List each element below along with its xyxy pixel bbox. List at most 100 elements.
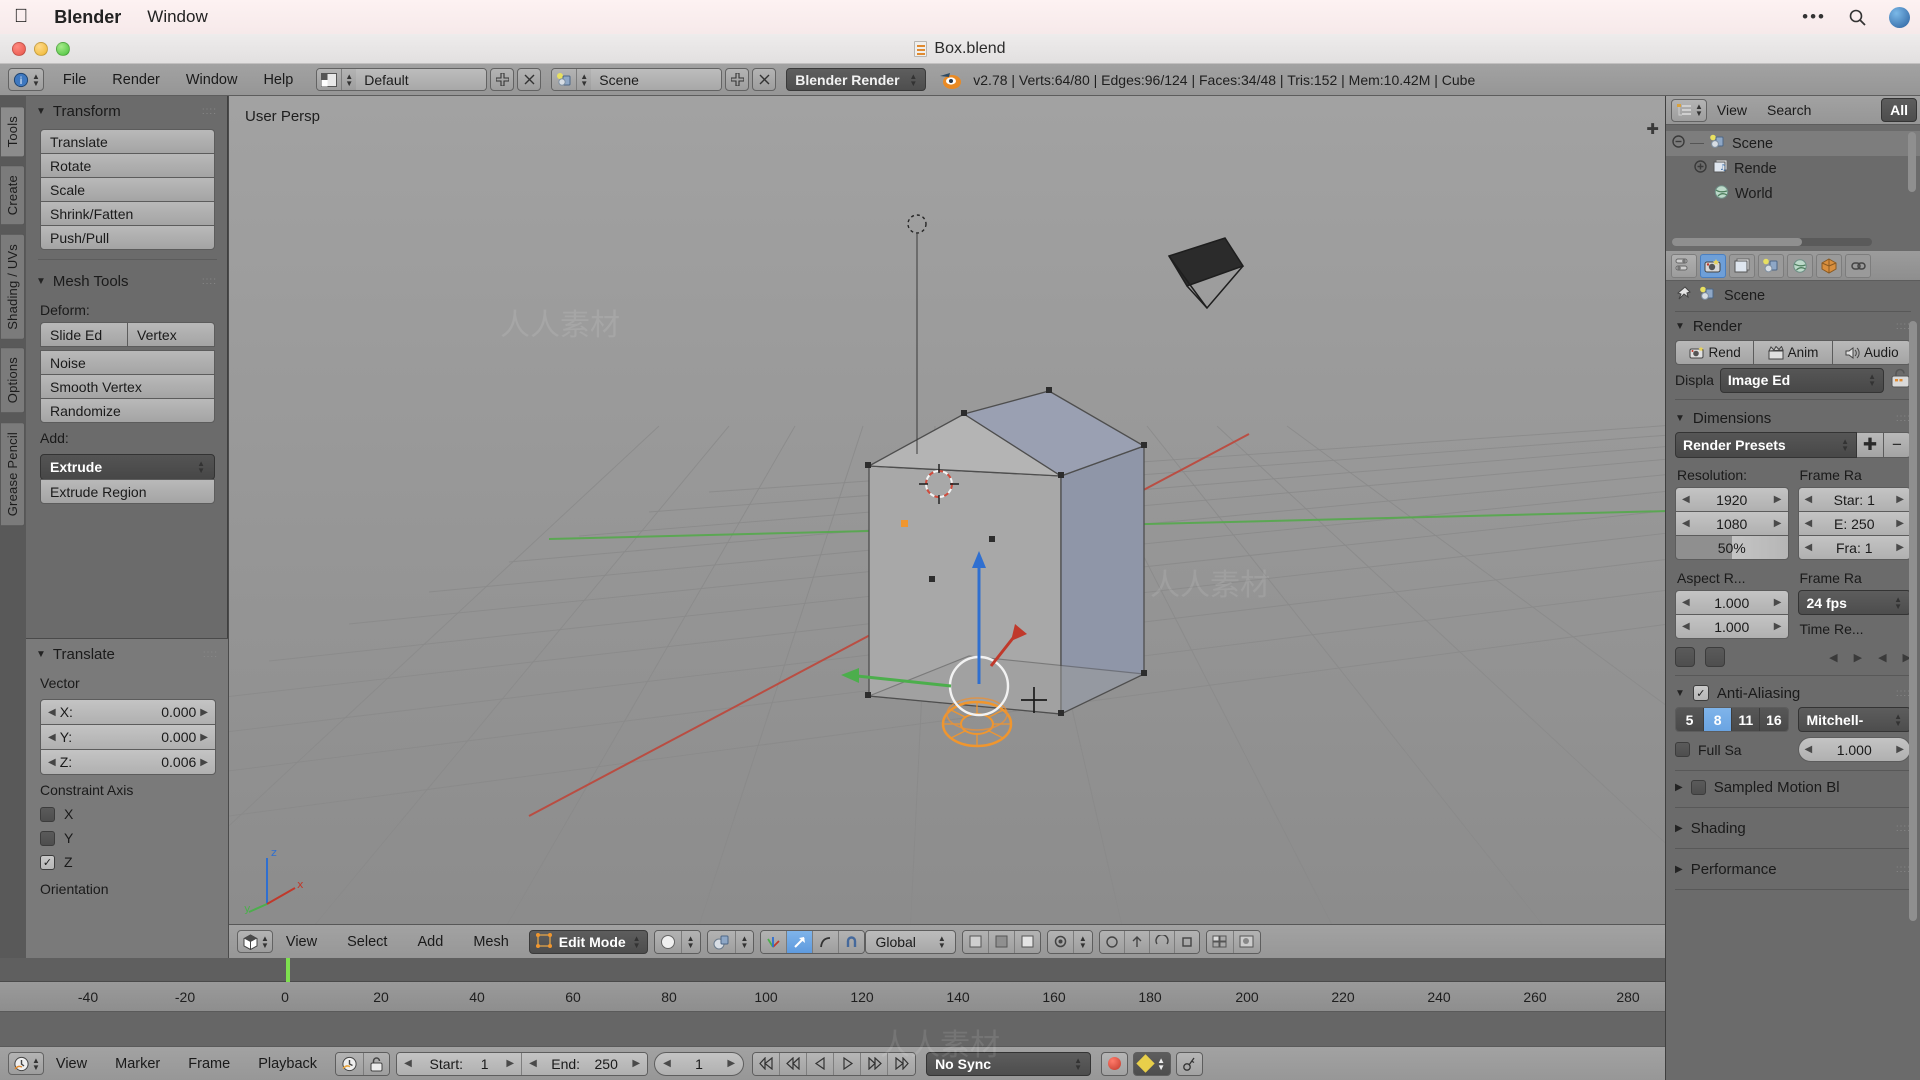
frame-step-field[interactable]: ◀ Fra: 1 ▶: [1797, 535, 1911, 560]
viewport-expand-icon[interactable]: ✚: [1646, 120, 1659, 138]
screen-layout-name[interactable]: Default: [356, 69, 487, 90]
tool-extrude-region-button[interactable]: Extrude Region: [40, 479, 215, 504]
time-remap-old-field[interactable]: [1675, 647, 1695, 667]
panel-header-sampled-motion-blur[interactable]: ▶ Sampled Motion Bl: [1675, 773, 1911, 801]
auto-keyframe-icon[interactable]: [336, 1052, 365, 1075]
decrement-arrow-icon[interactable]: ◀: [529, 1058, 537, 1069]
aa-sample-8[interactable]: 8: [1704, 708, 1733, 731]
decrement-arrow-icon[interactable]: ◀: [404, 1058, 412, 1069]
render-preview-icon[interactable]: [1233, 930, 1260, 953]
add-scene-button[interactable]: [725, 68, 750, 91]
tool-translate-button[interactable]: Translate: [40, 129, 215, 154]
outliner-menu-view[interactable]: View: [1707, 102, 1757, 118]
increment-arrow-icon[interactable]: ▶: [200, 757, 208, 768]
aa-sample-16[interactable]: 16: [1760, 708, 1788, 731]
menu-help[interactable]: Help: [250, 72, 306, 88]
resolution-x-field[interactable]: ◀ 1920 ▶: [1675, 487, 1789, 512]
resolution-y-field[interactable]: ◀ 1080 ▶: [1675, 511, 1789, 536]
zoom-button[interactable]: [56, 41, 70, 56]
panel-header-shading[interactable]: ▶ Shading ::::: [1675, 814, 1911, 842]
viewport-menu-mesh[interactable]: Mesh: [460, 934, 521, 950]
timeline-end-field[interactable]: ◀ End: 250 ▶: [522, 1052, 648, 1075]
keyframe-type-button[interactable]: [1175, 1051, 1203, 1076]
tool-tab-create[interactable]: Create: [1, 165, 25, 226]
sync-mode-dropdown[interactable]: No Sync ▲ ▼: [926, 1051, 1092, 1076]
pivot-point-icon[interactable]: [707, 930, 736, 953]
full-sample-checkbox[interactable]: [1675, 742, 1690, 757]
tool-tab-options[interactable]: Options: [1, 347, 25, 414]
vertex-select-icon[interactable]: [761, 930, 788, 953]
increment-arrow-icon[interactable]: ▶: [1774, 494, 1782, 505]
menu-render[interactable]: Render: [99, 72, 173, 88]
timeline-strip[interactable]: [0, 958, 1665, 982]
render-audio-button[interactable]: Audio: [1831, 340, 1911, 365]
decrement-arrow-icon[interactable]: ◀: [1878, 651, 1886, 664]
decrement-arrow-icon[interactable]: ◀: [1805, 542, 1813, 553]
panel-header-dimensions[interactable]: ▼ Dimensions ::::: [1675, 404, 1911, 432]
timeline-playhead[interactable]: [286, 958, 290, 982]
decrement-arrow-icon[interactable]: ◀: [1805, 494, 1813, 505]
resolution-percentage-slider[interactable]: 50%: [1675, 535, 1789, 560]
control-center-icon[interactable]: •••: [1802, 7, 1826, 27]
constraint-axis-z[interactable]: ✓ Z: [26, 850, 228, 874]
record-button[interactable]: [1101, 1051, 1129, 1076]
frame-start-field[interactable]: ◀ Star: 1 ▶: [1797, 487, 1911, 512]
delete-scene-button[interactable]: [752, 68, 777, 91]
limit-selection-icon[interactable]: [962, 930, 989, 953]
mac-menu-window[interactable]: Window: [147, 7, 207, 27]
antialiasing-size-field[interactable]: ◀ 1.000 ▶: [1797, 737, 1911, 762]
panel-header-performance[interactable]: ▶ Performance ::::: [1675, 855, 1911, 883]
panel-header-translate[interactable]: ▼ Translate ::::: [26, 639, 228, 668]
editor-type-selector[interactable]: i ▲ ▼: [8, 68, 44, 91]
next-keyframe-icon[interactable]: [861, 1052, 889, 1075]
scene-selector[interactable]: ▲ ▼ Scene: [551, 68, 723, 91]
tool-scale-button[interactable]: Scale: [40, 177, 215, 202]
add-preset-button[interactable]: ✚: [1857, 432, 1884, 458]
timeline-menu-playback[interactable]: Playback: [246, 1056, 329, 1072]
decrement-arrow-icon[interactable]: ◀: [48, 732, 56, 743]
properties-tab-object[interactable]: [1816, 253, 1842, 278]
checkbox-icon[interactable]: [40, 830, 55, 846]
timeline-menu-view[interactable]: View: [44, 1056, 99, 1072]
decrement-arrow-icon[interactable]: ◀: [1682, 621, 1690, 632]
constraint-axis-x[interactable]: X: [26, 802, 228, 826]
menu-window[interactable]: Window: [173, 72, 251, 88]
panel-header-mesh-tools[interactable]: ▼ Mesh Tools ::::: [26, 266, 227, 295]
decrement-arrow-icon[interactable]: ◀: [1805, 744, 1813, 755]
checkbox-checked-icon[interactable]: ✓: [40, 854, 55, 870]
render-layer-icon[interactable]: [1014, 930, 1040, 953]
render-engine-selector[interactable]: Blender Render ▲ ▼: [786, 68, 927, 91]
face-select-icon[interactable]: [813, 930, 840, 953]
properties-tab-scene[interactable]: [1758, 253, 1784, 278]
scene-name[interactable]: Scene: [591, 69, 722, 90]
jump-end-icon[interactable]: [888, 1052, 916, 1075]
jump-start-icon[interactable]: [753, 1052, 781, 1075]
outliner-vertical-scrollbar[interactable]: [1908, 132, 1916, 192]
scale-manipulator-icon[interactable]: [1174, 930, 1199, 953]
increment-arrow-icon[interactable]: ▶: [1774, 518, 1782, 529]
viewport-menu-select[interactable]: Select: [334, 934, 400, 950]
play-reverse-icon[interactable]: [807, 1052, 835, 1075]
delete-screen-button[interactable]: [517, 68, 542, 91]
increment-arrow-icon[interactable]: ▶: [727, 1058, 735, 1069]
apple-logo-icon[interactable]: : [14, 7, 28, 26]
decrement-arrow-icon[interactable]: ◀: [48, 707, 56, 718]
proportional-edit-icon[interactable]: [1047, 930, 1074, 953]
3d-viewport[interactable]: User Persp (1) Cube ✚ z y x: [229, 96, 1665, 958]
magnet-icon[interactable]: [839, 930, 865, 953]
aa-sample-5[interactable]: 5: [1676, 708, 1705, 731]
outliner-horizontal-scrollbar[interactable]: [1672, 238, 1872, 246]
close-button[interactable]: [12, 41, 26, 56]
tool-randomize-button[interactable]: Randomize: [40, 398, 215, 423]
lock-icon[interactable]: [1890, 368, 1911, 392]
properties-vertical-scrollbar[interactable]: [1909, 321, 1917, 921]
tool-smooth-vertex-button[interactable]: Smooth Vertex: [40, 374, 215, 399]
properties-tab-render-layers[interactable]: [1729, 253, 1755, 278]
tool-push-pull-button[interactable]: Push/Pull: [40, 225, 215, 250]
panel-header-render[interactable]: ▼ Render ::::: [1675, 312, 1911, 340]
tool-tab-tools[interactable]: Tools: [1, 106, 25, 158]
tool-rotate-button[interactable]: Rotate: [40, 153, 215, 178]
chevron-updown-icon[interactable]: ▲ ▼: [1073, 930, 1092, 953]
keyingset-selector[interactable]: ▲ ▼: [1133, 1051, 1171, 1076]
tool-noise-button[interactable]: Noise: [40, 350, 215, 375]
